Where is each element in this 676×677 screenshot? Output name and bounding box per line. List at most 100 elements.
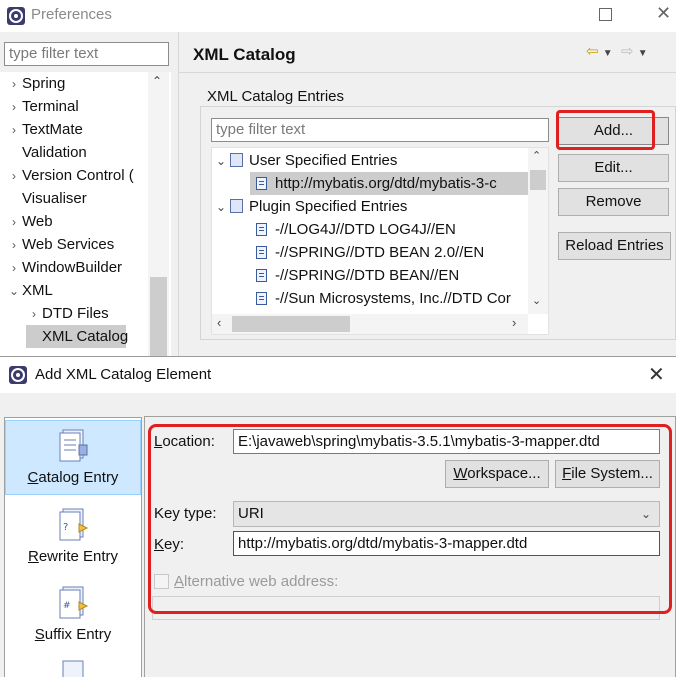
entry-type-list[interactable]: Catalog Entry ? Rewrite Entry # Suffix E… bbox=[4, 417, 142, 677]
scrollbar-thumb[interactable] bbox=[232, 316, 350, 332]
scrollbar-thumb[interactable] bbox=[530, 170, 546, 190]
preferences-tree-scrollbar[interactable]: ⌃ bbox=[148, 72, 169, 356]
svg-text:?: ? bbox=[63, 522, 68, 533]
scroll-up-icon[interactable]: ⌃ bbox=[532, 149, 541, 162]
side-item-suffix-entry[interactable]: # Suffix Entry bbox=[5, 578, 141, 653]
form-highlight bbox=[148, 424, 672, 614]
preferences-tree-item[interactable]: ⌄ XML bbox=[6, 279, 53, 302]
preferences-titlebar: Preferences ✕ bbox=[0, 0, 676, 32]
close-icon[interactable]: ✕ bbox=[648, 362, 665, 387]
tree-node-plugin-item[interactable]: -//SPRING//DTD BEAN//EN bbox=[256, 264, 459, 287]
tree-node-user-entries[interactable]: ⌄ User Specified Entries bbox=[212, 149, 397, 172]
tree-item-label: Terminal bbox=[22, 98, 79, 115]
expand-arrow-icon[interactable]: › bbox=[6, 96, 22, 119]
suffix-entry-icon: # bbox=[59, 586, 89, 619]
preferences-tree-item[interactable]: › WindowBuilder bbox=[6, 256, 122, 279]
side-item-next-entry[interactable] bbox=[5, 656, 141, 677]
add-button-highlight bbox=[556, 110, 655, 150]
preferences-tree-item[interactable]: › Spring bbox=[6, 72, 65, 95]
page-title: XML Catalog bbox=[193, 45, 296, 64]
catalog-icon bbox=[230, 199, 243, 213]
catalog-icon bbox=[230, 153, 243, 167]
tree-node-label: Plugin Specified Entries bbox=[249, 198, 408, 215]
preferences-window: Preferences ✕ type filter text › Spring › T… bbox=[0, 0, 676, 356]
eclipse-app-icon bbox=[7, 7, 25, 25]
scroll-down-icon[interactable]: ⌄ bbox=[532, 294, 541, 307]
dtd-file-icon bbox=[256, 177, 267, 190]
forward-dropdown-icon[interactable]: ▼ bbox=[638, 48, 648, 59]
back-dropdown-icon[interactable]: ▼ bbox=[603, 48, 613, 59]
tree-item-label: Visualiser bbox=[22, 190, 87, 207]
preferences-tree[interactable]: › Spring › Terminal › TextMate Validation › Vers… bbox=[0, 72, 171, 356]
history-navigation[interactable]: ⇦ ▼ ⇨ ▼ bbox=[586, 42, 648, 60]
dialog-title: Add XML Catalog Element bbox=[35, 366, 212, 383]
tree-node-plugin-item[interactable]: -//Sun Microsystems, Inc.//DTD Cor bbox=[256, 287, 511, 310]
reload-entries-button[interactable]: Reload Entries bbox=[558, 232, 671, 260]
side-item-rewrite-entry[interactable]: ? Rewrite Entry bbox=[5, 500, 141, 575]
expand-arrow-icon[interactable]: › bbox=[26, 303, 42, 326]
catalog-tree-vscrollbar[interactable]: ⌃ ⌄ bbox=[528, 148, 548, 314]
expand-arrow-icon[interactable]: › bbox=[6, 257, 22, 280]
title-separator bbox=[179, 72, 676, 73]
side-item-label: Suffix Entry bbox=[34, 626, 112, 643]
tree-item-label: Version Control ( bbox=[22, 167, 134, 184]
svg-text:#: # bbox=[63, 601, 71, 611]
catalog-filter-input[interactable]: type filter text bbox=[211, 118, 549, 142]
preferences-tree-item[interactable]: › Version Control ( bbox=[6, 164, 134, 187]
preferences-tree-item[interactable]: › TextMate bbox=[6, 118, 83, 141]
dtd-file-icon bbox=[256, 223, 267, 236]
rewrite-entry-icon: ? bbox=[59, 508, 89, 541]
preferences-filter-input[interactable]: type filter text bbox=[4, 42, 169, 66]
expand-arrow-icon[interactable]: › bbox=[6, 119, 22, 142]
collapse-icon[interactable]: ⌄ bbox=[212, 150, 230, 173]
scrollbar-thumb[interactable] bbox=[150, 277, 167, 356]
scroll-right-icon[interactable]: › bbox=[512, 315, 516, 330]
expanded-arrow-icon[interactable]: ⌄ bbox=[6, 280, 22, 303]
preferences-tree-item[interactable]: › Web Services bbox=[6, 233, 114, 256]
tree-item-label: Validation bbox=[22, 144, 87, 161]
scroll-up-icon[interactable]: ⌃ bbox=[152, 74, 162, 88]
expand-arrow-icon[interactable]: › bbox=[6, 234, 22, 257]
tree-item-label: Web Services bbox=[22, 236, 115, 253]
catalog-tree[interactable]: ⌄ User Specified Entries http://mybatis.o… bbox=[211, 147, 549, 335]
tree-node-label: -//LOG4J//DTD LOG4J//EN bbox=[275, 221, 456, 238]
dtd-file-icon bbox=[256, 292, 267, 305]
dialog-titlebar: Add XML Catalog Element ✕ bbox=[0, 357, 676, 393]
expand-arrow-icon[interactable]: › bbox=[6, 73, 22, 96]
back-arrow-icon[interactable]: ⇦ bbox=[586, 43, 599, 60]
tree-node-label: http://mybatis.org/dtd/mybatis-3-c bbox=[275, 175, 497, 192]
expand-arrow-icon[interactable]: › bbox=[6, 211, 22, 234]
side-item-label: Catalog Entry bbox=[27, 469, 119, 486]
expand-arrow-icon[interactable]: › bbox=[6, 165, 22, 188]
preferences-title: Preferences bbox=[31, 6, 112, 23]
collapse-icon[interactable]: ⌄ bbox=[212, 196, 230, 219]
eclipse-app-icon bbox=[9, 366, 27, 384]
catalog-entry-icon bbox=[59, 429, 88, 462]
preferences-tree-item[interactable]: › Terminal bbox=[6, 95, 79, 118]
tree-node-plugin-entries[interactable]: ⌄ Plugin Specified Entries bbox=[212, 195, 407, 218]
dtd-file-icon bbox=[256, 246, 267, 259]
catalog-tree-hscrollbar[interactable]: ‹ › bbox=[212, 314, 528, 334]
preferences-tree-item[interactable]: Visualiser bbox=[6, 187, 87, 210]
tree-node-label: -//SPRING//DTD BEAN//EN bbox=[275, 267, 460, 284]
preferences-tree-item[interactable]: › Web bbox=[6, 210, 53, 233]
tree-item-label: XML bbox=[22, 282, 53, 299]
preferences-tree-item[interactable]: › DTD Files bbox=[26, 302, 109, 325]
scroll-left-icon[interactable]: ‹ bbox=[217, 315, 221, 330]
forward-arrow-icon[interactable]: ⇨ bbox=[621, 43, 634, 60]
tree-node-plugin-item[interactable]: -//SPRING//DTD BEAN 2.0//EN bbox=[256, 241, 484, 264]
maximize-icon[interactable] bbox=[599, 8, 612, 21]
entry-icon bbox=[62, 660, 84, 677]
tree-node-user-item[interactable]: http://mybatis.org/dtd/mybatis-3-c bbox=[250, 172, 548, 195]
preferences-tree-item[interactable]: Validation bbox=[6, 141, 87, 164]
side-item-catalog-entry[interactable]: Catalog Entry bbox=[5, 420, 141, 495]
remove-button[interactable]: Remove bbox=[558, 188, 669, 216]
close-icon[interactable]: ✕ bbox=[656, 3, 671, 24]
tree-item-label: WindowBuilder bbox=[22, 259, 123, 276]
tree-item-label: DTD Files bbox=[42, 305, 109, 322]
tree-item-label: TextMate bbox=[22, 121, 83, 138]
preferences-tree-item[interactable]: XML Catalog bbox=[26, 325, 128, 348]
tree-node-plugin-item[interactable]: -//LOG4J//DTD LOG4J//EN bbox=[256, 218, 456, 241]
pane-divider[interactable] bbox=[178, 32, 179, 356]
edit-button[interactable]: Edit... bbox=[558, 154, 669, 182]
